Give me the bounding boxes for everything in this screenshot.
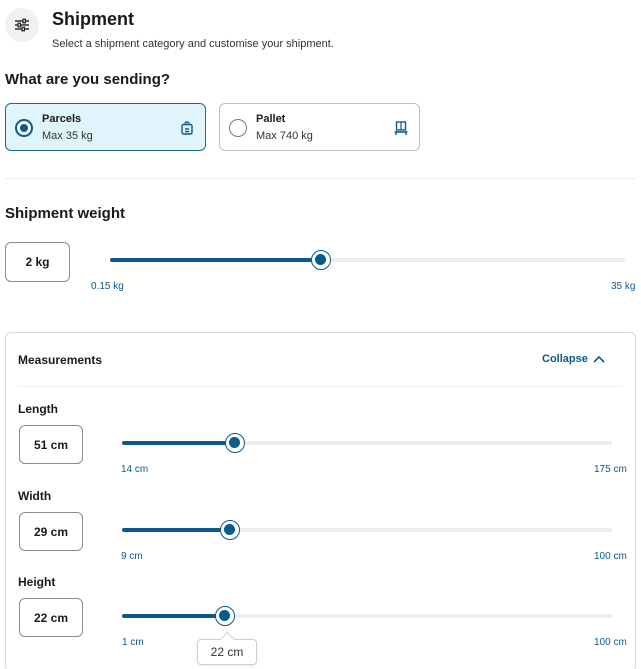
height-slider-track[interactable] <box>122 606 612 626</box>
height-slider-handle[interactable] <box>215 606 235 626</box>
option-pallet-sub: Max 740 kg <box>256 130 313 142</box>
page-title: Shipment <box>52 9 135 29</box>
weight-slider-track[interactable] <box>110 250 625 270</box>
weight-min-label: 0.15 kg <box>91 281 124 292</box>
width-value-box[interactable]: 29 cm <box>19 512 83 551</box>
weight-slider-fill <box>110 258 321 262</box>
height-max-label: 100 cm <box>594 637 627 648</box>
width-min-label: 9 cm <box>121 551 143 562</box>
weight-heading: Shipment weight <box>5 205 125 222</box>
option-parcels-card[interactable]: Parcels Max 35 kg <box>5 103 206 151</box>
measurements-title: Measurements <box>18 353 103 367</box>
height-value-box[interactable]: 22 cm <box>19 598 83 637</box>
measurements-panel <box>5 332 636 669</box>
width-slider-fill <box>122 528 230 532</box>
width-max-label: 100 cm <box>594 551 627 562</box>
length-slider-track[interactable] <box>122 433 612 453</box>
pallet-radio[interactable] <box>229 119 247 137</box>
length-max-label: 175 cm <box>594 464 627 475</box>
height-min-label: 1 cm <box>122 637 144 648</box>
height-slider-fill <box>122 614 225 618</box>
section-divider <box>5 178 636 179</box>
option-parcels-sub: Max 35 kg <box>42 130 93 142</box>
parcels-radio[interactable] <box>15 119 33 137</box>
length-value-box[interactable]: 51 cm <box>19 425 83 464</box>
width-slider-track[interactable] <box>122 520 612 540</box>
weight-value-box[interactable]: 2 kg <box>5 242 70 282</box>
parcel-bag-icon <box>179 120 195 136</box>
page-subtitle: Select a shipment category and customise… <box>52 38 334 50</box>
option-parcels-name: Parcels <box>42 113 82 125</box>
weight-max-label: 35 kg <box>611 281 636 292</box>
width-slider-handle[interactable] <box>220 520 240 540</box>
length-min-label: 14 cm <box>121 464 149 475</box>
measurements-divider <box>18 386 622 387</box>
length-slider-handle[interactable] <box>225 433 245 453</box>
pallet-icon <box>393 120 409 136</box>
sliders-icon <box>5 8 39 42</box>
option-pallet-card[interactable]: Pallet Max 740 kg <box>219 103 420 151</box>
weight-slider-handle[interactable] <box>311 250 331 270</box>
collapse-button[interactable]: Collapse <box>542 353 605 365</box>
length-label: Length <box>18 402 58 416</box>
option-pallet-name: Pallet <box>256 113 286 125</box>
length-slider-fill <box>122 441 235 445</box>
category-heading: What are you sending? <box>5 71 171 88</box>
height-label: Height <box>18 575 56 589</box>
height-value-tooltip: 22 cm <box>197 639 257 665</box>
collapse-label: Collapse <box>542 353 588 365</box>
chevron-up-icon <box>593 355 605 363</box>
width-label: Width <box>18 489 52 503</box>
